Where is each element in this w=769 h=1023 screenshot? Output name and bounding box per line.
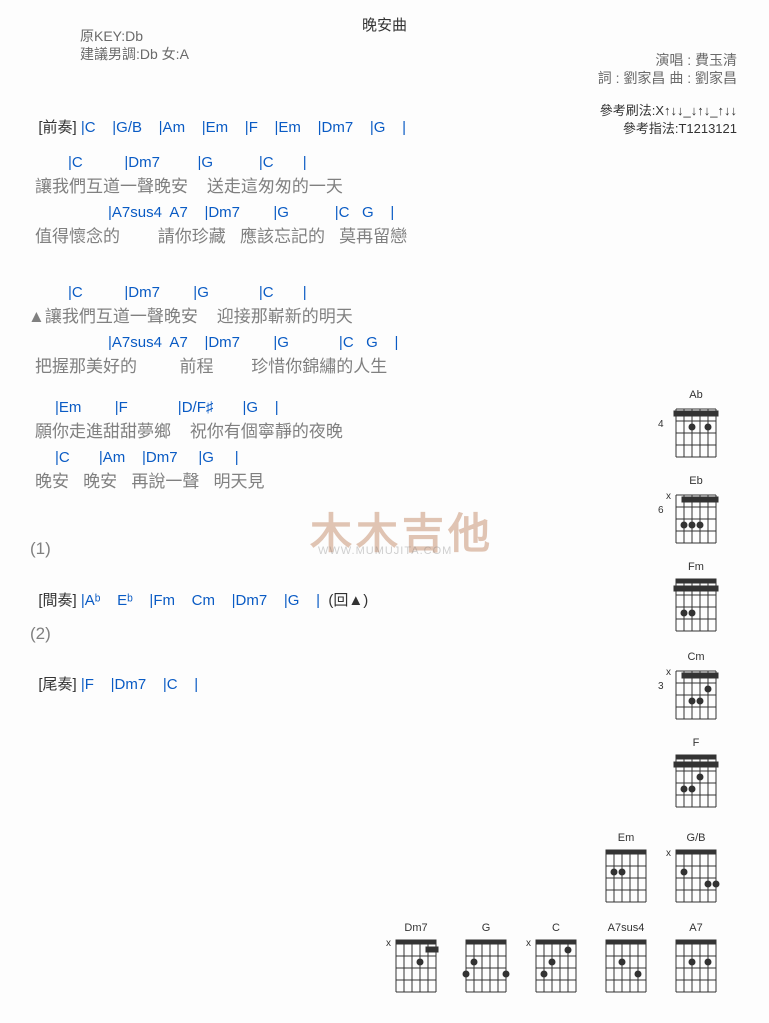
chord-diagram-G: G <box>458 922 514 998</box>
v2-lyric-1: ▲讓我們互道一聲晚安 迎接那嶄新的明天 <box>28 308 353 325</box>
chord-diagram-C: C x <box>528 922 584 998</box>
chord-diagram-Em: Em <box>598 832 654 908</box>
chord-diagram-Eb: Eb x 6 <box>668 475 724 547</box>
intro-chords: |C |G/B |Am |Em |F |Em |Dm7 |G | <box>81 119 406 136</box>
song-title: 晚安曲 <box>0 18 769 33</box>
outro-line: [尾奏] |F |Dm7 |C | <box>30 662 198 692</box>
chord-diagram-Cm: Cm x 3 <box>668 651 724 723</box>
chord-diagram-A7sus4: A7sus4 <box>598 922 654 998</box>
v3-lyric-2: 晚安 晚安 再說一聲 明天見 <box>35 473 265 490</box>
interlude-label: [間奏] <box>38 592 76 609</box>
credits-line: 詞 : 劉家昌 曲 : 劉家昌 <box>598 68 737 88</box>
repeat-1: (1) <box>30 540 51 557</box>
chord-diagram-GB: G/B x <box>668 832 724 908</box>
interlude-chords: |Aᵇ Eᵇ |Fm Cm |Dm7 |G | <box>81 592 320 609</box>
v1-lyric-2: 值得懷念的 請你珍藏 應該忘記的 莫再留戀 <box>35 228 407 245</box>
v2-chords-2: |A7sus4 A7 |Dm7 |G |C G | <box>108 335 398 350</box>
v2-lyric-2: 把握那美好的 前程 珍惜你錦繡的人生 <box>35 358 387 375</box>
v1-chords-2: |A7sus4 A7 |Dm7 |G |C G | <box>108 205 394 220</box>
v2-chords-1: |C |Dm7 |G |C | <box>68 285 307 300</box>
chord-diagram-Dm7: Dm7 x <box>388 922 444 998</box>
v3-chords-1: |Em |F |D/F♯ |G | <box>55 400 279 415</box>
watermark-url: WWW.MUMUJITA.COM <box>318 545 452 557</box>
intro-line: [前奏] |C |G/B |Am |Em |F |Em |Dm7 |G | <box>30 105 406 135</box>
finger-ref: 參考指法:T1213121 <box>623 118 737 137</box>
v1-lyric-1: 讓我們互道一聲晚安 送走這匆匆的一天 <box>35 178 343 195</box>
outro-label: [尾奏] <box>38 676 76 693</box>
chord-diagram-Ab: Ab 4 <box>668 389 724 461</box>
goback-label: (回▲) <box>328 592 368 609</box>
suggest-key: 建議男調:Db 女:A <box>80 44 189 64</box>
outro-chords: |F |Dm7 |C | <box>81 676 198 693</box>
interlude-line: [間奏] |Aᵇ Eᵇ |Fm Cm |Dm7 |G | (回▲) <box>30 578 368 608</box>
chord-diagram-Fm: Fm <box>668 561 724 637</box>
v3-chords-2: |C |Am |Dm7 |G | <box>55 450 239 465</box>
chord-diagram-F: F <box>668 737 724 813</box>
v1-chords-1: |C |Dm7 |G |C | <box>68 155 307 170</box>
singer-line: 演唱 : 費玉清 <box>655 50 737 70</box>
repeat-2: (2) <box>30 625 51 642</box>
chord-diagram-A7: A7 <box>668 922 724 998</box>
v3-lyric-1: 願你走進甜甜夢鄉 祝你有個寧靜的夜晚 <box>35 423 343 440</box>
strum-ref: 參考刷法:X↑↓↓_↓↑↓_↑↓↓ <box>600 100 737 119</box>
intro-label: [前奏] <box>38 119 76 136</box>
